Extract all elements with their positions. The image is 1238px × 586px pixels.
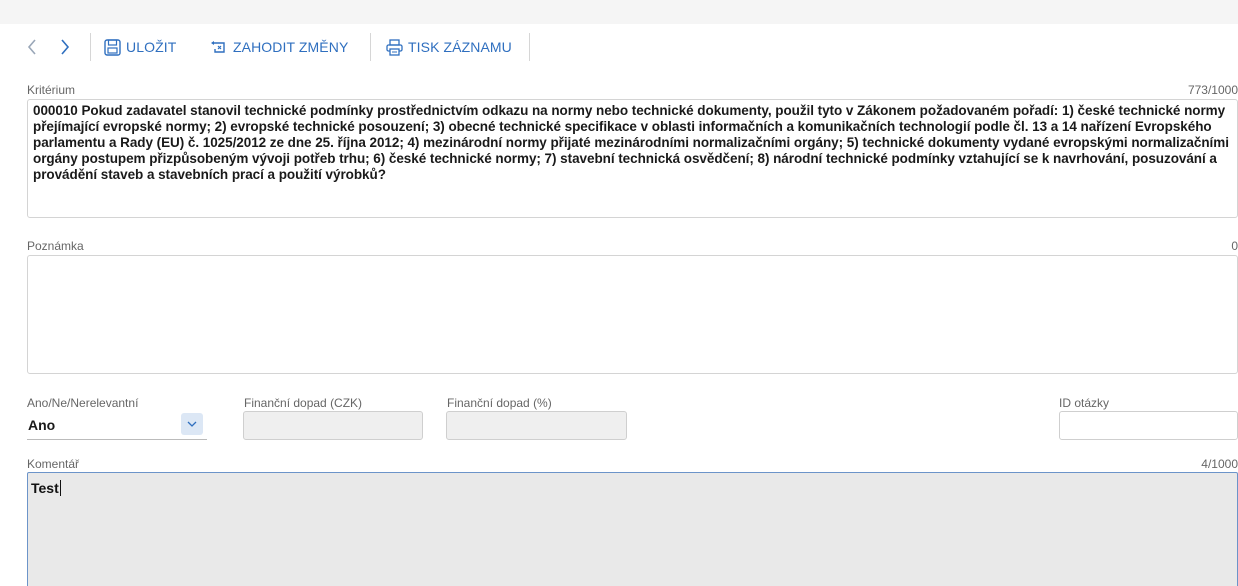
- back-button[interactable]: [27, 24, 37, 70]
- note-textarea[interactable]: [27, 255, 1238, 374]
- save-label: ULOŽIT: [126, 39, 177, 55]
- comment-counter: 4/1000: [1201, 457, 1238, 471]
- top-strip: [0, 0, 1238, 24]
- chevron-down-icon: [187, 421, 197, 427]
- comment-text-wrapper: Test: [31, 480, 61, 496]
- financial-pct-input: [446, 411, 627, 440]
- save-icon: [104, 38, 121, 56]
- criterion-counter: 773/1000: [1187, 83, 1238, 97]
- toolbar-separator: [370, 33, 371, 61]
- discard-changes-label: ZAHODIT ZMĚNY: [233, 39, 349, 55]
- question-id-input[interactable]: [1059, 411, 1238, 440]
- print-record-label: TISK ZÁZNAMU: [408, 39, 512, 55]
- answer-value: Ano: [28, 417, 56, 433]
- answer-label: Ano/Ne/Nerelevantní: [27, 396, 139, 410]
- comment-label: Komentář: [27, 457, 80, 471]
- dropdown-toggle[interactable]: [181, 413, 203, 435]
- forward-button[interactable]: [60, 24, 70, 70]
- toolbar-separator: [529, 33, 530, 61]
- criterion-textarea[interactable]: 000010 Pokud zadavatel stanovil technick…: [27, 99, 1238, 218]
- note-label: Poznámka: [27, 239, 84, 253]
- criterion-label: Kritérium: [27, 83, 76, 97]
- criterion-text: 000010 Pokud zadavatel stanovil technick…: [33, 103, 1233, 182]
- answer-select[interactable]: Ano: [27, 410, 207, 440]
- print-icon: [386, 38, 403, 56]
- chevron-left-icon: [27, 39, 36, 55]
- undo-icon: [210, 40, 228, 54]
- financial-czk-label: Finanční dopad (CZK): [244, 396, 363, 410]
- chevron-right-icon: [61, 39, 70, 55]
- toolbar: ULOŽIT ZAHODIT ZMĚNY TISK ZÁZNAMU: [0, 24, 1238, 70]
- comment-value: Test: [31, 480, 59, 496]
- toolbar-separator: [90, 33, 91, 61]
- financial-pct-label: Finanční dopad (%): [447, 396, 552, 410]
- financial-czk-input: [243, 411, 423, 440]
- save-button[interactable]: ULOŽIT: [104, 24, 176, 70]
- comment-textarea[interactable]: Test: [27, 472, 1238, 586]
- discard-changes-button[interactable]: ZAHODIT ZMĚNY: [210, 24, 348, 70]
- note-counter: 0: [1231, 239, 1238, 253]
- question-id-label: ID otázky: [1059, 396, 1110, 410]
- text-caret: [59, 480, 61, 496]
- print-record-button[interactable]: TISK ZÁZNAMU: [386, 24, 512, 70]
